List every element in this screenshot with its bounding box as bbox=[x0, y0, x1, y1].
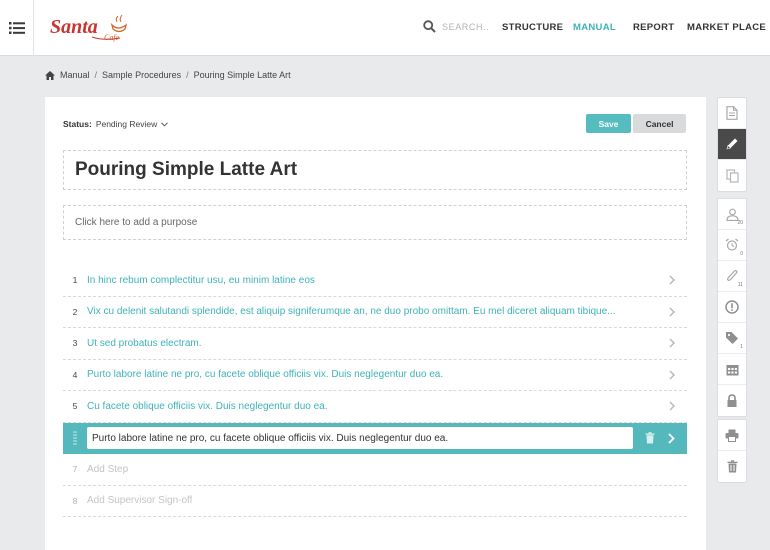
edit-tool[interactable] bbox=[718, 129, 746, 160]
nav-manual[interactable]: MANUAL bbox=[573, 22, 616, 33]
step-text: In hinc rebum complectitur usu, eu minim… bbox=[87, 274, 315, 286]
breadcrumb-separator: / bbox=[94, 70, 98, 80]
printer-icon bbox=[725, 429, 739, 442]
calendar-icon bbox=[726, 364, 738, 375]
step-number: 2 bbox=[72, 306, 78, 317]
purpose-placeholder: Click here to add a purpose bbox=[75, 217, 198, 228]
chevron-right-icon[interactable] bbox=[669, 401, 675, 411]
step-text: Cu facete oblique officiis vix. Duis neg… bbox=[87, 400, 328, 412]
breadcrumb-current: Pouring Simple Latte Art bbox=[193, 70, 291, 80]
delete-tool[interactable] bbox=[718, 451, 746, 482]
users-count-badge: 20 bbox=[737, 220, 743, 226]
alarm-count-badge: 0 bbox=[740, 251, 743, 257]
breadcrumb-sample-procedures[interactable]: Sample Procedures bbox=[102, 70, 181, 80]
search-icon[interactable] bbox=[423, 20, 436, 33]
drag-handle-icon[interactable] bbox=[63, 431, 87, 446]
step-number: 4 bbox=[72, 369, 78, 380]
status: Status: Pending Review bbox=[63, 119, 169, 129]
status-dropdown[interactable]: Pending Review bbox=[95, 119, 169, 129]
alarm-clock-icon bbox=[725, 238, 739, 251]
steps-list: 1 In hinc rebum complectitur usu, eu min… bbox=[63, 265, 687, 517]
tag-icon bbox=[726, 332, 738, 344]
nav-market-place[interactable]: MARKET PLACE bbox=[687, 22, 766, 33]
svg-text:Santa: Santa bbox=[50, 16, 98, 38]
step-text: Ut sed probatus electram. bbox=[87, 337, 202, 349]
pencil-icon bbox=[726, 138, 738, 150]
step-row[interactable]: 4 Purto labore latine ne pro, cu facete … bbox=[63, 360, 687, 391]
chevron-right-icon[interactable] bbox=[668, 432, 675, 444]
chevron-down-icon bbox=[161, 121, 169, 127]
step-row[interactable]: 1 In hinc rebum complectitur usu, eu min… bbox=[63, 265, 687, 297]
breadcrumb: Manual / Sample Procedures / Pouring Sim… bbox=[45, 70, 291, 80]
attachment-tool[interactable]: 11 bbox=[718, 261, 746, 292]
warning-tool[interactable] bbox=[718, 292, 746, 323]
add-step-row[interactable]: 7 Add Step bbox=[63, 454, 687, 486]
search-input[interactable] bbox=[442, 21, 488, 32]
save-button[interactable]: Save bbox=[586, 114, 631, 133]
breadcrumb-manual[interactable]: Manual bbox=[60, 70, 90, 80]
copy-icon bbox=[725, 168, 739, 183]
chevron-right-icon[interactable] bbox=[669, 338, 675, 348]
nav-structure[interactable]: STRUCTURE bbox=[502, 22, 563, 33]
step-row[interactable]: 5 Cu facete oblique officiis vix. Duis n… bbox=[63, 391, 687, 423]
step-row[interactable]: 2 Vix cu delenit salutandi splendide, es… bbox=[63, 297, 687, 328]
calendar-tool[interactable] bbox=[718, 354, 746, 385]
top-bar: Santa Cafe STRUCTURE MANUAL REPORT MARKE… bbox=[0, 0, 770, 56]
hamburger-icon bbox=[8, 22, 25, 34]
attachment-count-badge: 11 bbox=[737, 282, 743, 288]
users-tool[interactable]: 20 bbox=[718, 199, 746, 230]
step-text: Purto labore latine ne pro, cu facete ob… bbox=[87, 369, 444, 381]
tag-tool[interactable]: 1 bbox=[718, 323, 746, 354]
add-signoff-row[interactable]: 8 Add Supervisor Sign-off bbox=[63, 486, 687, 517]
document-tool[interactable] bbox=[718, 98, 746, 129]
step-number: 5 bbox=[72, 401, 78, 412]
step-number: 7 bbox=[72, 464, 78, 475]
step-text: Vix cu delenit salutandi splendide, est … bbox=[87, 306, 616, 318]
add-step-label: Add Step bbox=[87, 463, 129, 475]
status-label: Status: bbox=[63, 119, 92, 129]
user-icon bbox=[725, 208, 739, 221]
lock-icon bbox=[727, 393, 737, 407]
santa-cafe-logo[interactable]: Santa Cafe bbox=[48, 9, 138, 45]
step-number: 1 bbox=[72, 275, 78, 286]
procedure-title: Pouring Simple Latte Art bbox=[75, 159, 298, 180]
tag-count-badge: 1 bbox=[740, 344, 743, 350]
trash-icon[interactable] bbox=[645, 432, 655, 444]
status-value: Pending Review bbox=[95, 119, 158, 129]
right-toolbar-group-1 bbox=[717, 97, 747, 192]
exclamation-circle-icon bbox=[725, 300, 739, 314]
print-tool[interactable] bbox=[718, 420, 746, 451]
alarm-tool[interactable]: 0 bbox=[718, 230, 746, 261]
document-icon bbox=[726, 106, 738, 120]
chevron-right-icon[interactable] bbox=[669, 370, 675, 380]
nav-report[interactable]: REPORT bbox=[633, 22, 674, 33]
chevron-right-icon[interactable] bbox=[669, 307, 675, 317]
lock-tool[interactable] bbox=[718, 385, 746, 416]
copy-tool[interactable] bbox=[718, 160, 746, 191]
cancel-button[interactable]: Cancel bbox=[633, 114, 686, 133]
title-field[interactable]: Pouring Simple Latte Art bbox=[63, 150, 687, 190]
right-toolbar-group-2: 20 0 11 1 bbox=[717, 198, 747, 417]
step-number: 3 bbox=[72, 338, 78, 349]
add-signoff-label: Add Supervisor Sign-off bbox=[87, 495, 193, 507]
trash-icon bbox=[727, 460, 737, 473]
purpose-field[interactable]: Click here to add a purpose bbox=[63, 205, 687, 240]
procedure-card: Status: Pending Review Save Cancel Pouri… bbox=[45, 97, 706, 550]
right-toolbar-group-3 bbox=[717, 419, 747, 483]
home-icon bbox=[45, 70, 55, 80]
chevron-right-icon[interactable] bbox=[669, 275, 675, 285]
search[interactable] bbox=[423, 20, 488, 33]
step-row[interactable]: 3 Ut sed probatus electram. bbox=[63, 328, 687, 360]
step-row-editing[interactable] bbox=[63, 422, 687, 454]
step-edit-input[interactable] bbox=[87, 427, 633, 450]
paperclip-icon bbox=[727, 270, 738, 281]
step-number: 8 bbox=[72, 495, 78, 506]
svg-text:Cafe: Cafe bbox=[104, 33, 120, 42]
breadcrumb-separator: / bbox=[186, 70, 189, 80]
menu-button[interactable] bbox=[0, 0, 34, 56]
